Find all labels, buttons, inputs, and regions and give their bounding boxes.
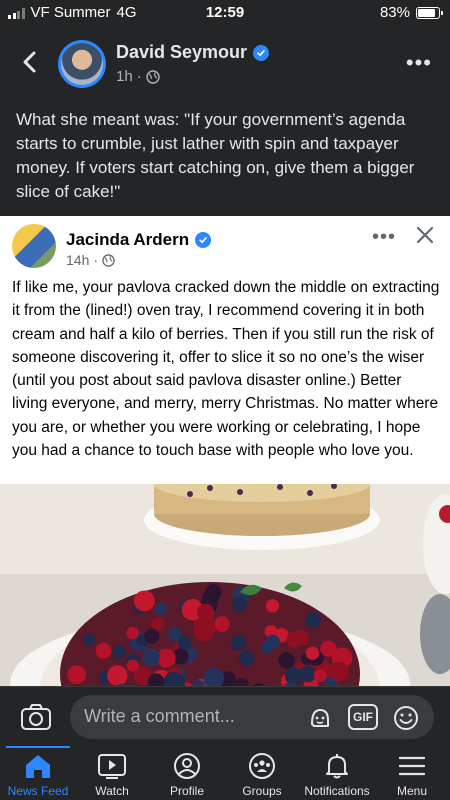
berry — [197, 603, 215, 621]
berry — [305, 646, 320, 660]
berry — [144, 628, 160, 644]
shared-post-meta: 14h · — [66, 252, 115, 268]
berry — [107, 665, 128, 686]
berry — [154, 602, 167, 616]
nav-label-news-feed: News Feed — [7, 784, 69, 798]
nav-label-profile: Profile — [169, 784, 204, 798]
post-more-options-icon[interactable]: ••• — [406, 50, 432, 76]
groups-icon — [249, 753, 275, 779]
berry — [329, 661, 349, 682]
bottom-nav: News Feed Watch Profile Groups Notificat… — [0, 746, 450, 800]
profile-icon — [174, 753, 200, 779]
bell-icon — [326, 754, 348, 779]
menu-icon — [398, 756, 426, 776]
shared-author-row[interactable]: Jacinda Ardern — [66, 230, 212, 250]
berry — [238, 649, 255, 666]
shared-meta-separator: · — [93, 252, 99, 268]
berry — [232, 597, 247, 613]
home-icon — [26, 755, 50, 778]
nav-notifications[interactable]: Notifications — [299, 746, 375, 800]
verified-badge-icon — [253, 44, 270, 61]
post-time[interactable]: 1h — [116, 68, 133, 85]
berry — [177, 635, 192, 650]
shared-more-options-icon[interactable]: ••• — [372, 226, 396, 249]
battery-percent: 83% — [379, 4, 410, 21]
nav-profile[interactable]: Profile — [149, 746, 225, 800]
berry — [214, 616, 230, 632]
camera-icon[interactable] — [20, 702, 52, 732]
author-name-row[interactable]: David Seymour — [116, 42, 270, 63]
pavlova-illustration — [0, 484, 450, 686]
berry — [265, 634, 280, 649]
author-name[interactable]: David Seymour — [116, 42, 247, 63]
author-avatar[interactable] — [58, 40, 106, 88]
back-chevron-icon[interactable] — [16, 48, 44, 76]
comment-bar: Write a comment... GIF — [0, 686, 450, 746]
battery-fill — [418, 8, 435, 17]
berry — [292, 629, 309, 646]
nav-label-watch: Watch — [95, 784, 129, 798]
shared-post-card[interactable]: Jacinda Ardern 14h · ••• If like me, you… — [0, 216, 450, 686]
nav-watch[interactable]: Watch — [74, 746, 150, 800]
shared-author-name[interactable]: Jacinda Ardern — [66, 230, 189, 250]
berry — [151, 617, 165, 630]
berry — [205, 584, 222, 601]
post-text: What she meant was: "If your government’… — [16, 110, 415, 201]
berry — [133, 590, 155, 612]
shared-author-avatar[interactable] — [12, 224, 56, 268]
berry — [82, 633, 96, 646]
avatar-sticker-icon[interactable] — [306, 704, 334, 732]
berry — [142, 648, 161, 667]
shared-verified-badge-icon — [195, 232, 212, 248]
globe-icon — [145, 69, 160, 84]
berry — [278, 652, 295, 669]
post-meta: 1h · — [116, 68, 160, 85]
nav-menu[interactable]: Menu — [374, 746, 450, 800]
berry — [95, 642, 112, 659]
nav-label-notifications: Notifications — [304, 784, 370, 798]
close-icon[interactable] — [414, 224, 436, 246]
berry — [112, 645, 127, 659]
shared-post-time[interactable]: 14h — [66, 252, 89, 268]
post-header: David Seymour 1h · ••• — [0, 36, 450, 92]
nav-label-menu: Menu — [396, 784, 428, 798]
comment-placeholder[interactable]: Write a comment... — [84, 706, 235, 727]
watch-icon — [98, 754, 126, 779]
comment-input[interactable]: Write a comment... GIF — [70, 695, 434, 739]
status-right: 83% — [379, 4, 443, 21]
nav-groups[interactable]: Groups — [224, 746, 300, 800]
nav-label-groups: Groups — [242, 784, 282, 798]
pavlova-photo[interactable] — [0, 484, 450, 686]
status-bar: VF Summer 4G 12:59 83% — [0, 0, 450, 26]
berry — [230, 634, 247, 651]
berry — [126, 626, 139, 640]
battery-icon — [416, 6, 443, 19]
berry — [305, 612, 322, 628]
berry — [313, 669, 327, 683]
nav-news-feed[interactable]: News Feed — [0, 746, 76, 800]
gif-button[interactable]: GIF — [348, 704, 378, 730]
berry — [299, 665, 317, 683]
shared-post-text: If like me, your pavlova cracked down th… — [12, 279, 440, 460]
berry — [265, 599, 280, 613]
shared-globe-icon — [102, 253, 115, 267]
berry — [67, 665, 87, 684]
meta-separator: · — [136, 68, 142, 85]
emoji-icon[interactable] — [392, 704, 420, 732]
